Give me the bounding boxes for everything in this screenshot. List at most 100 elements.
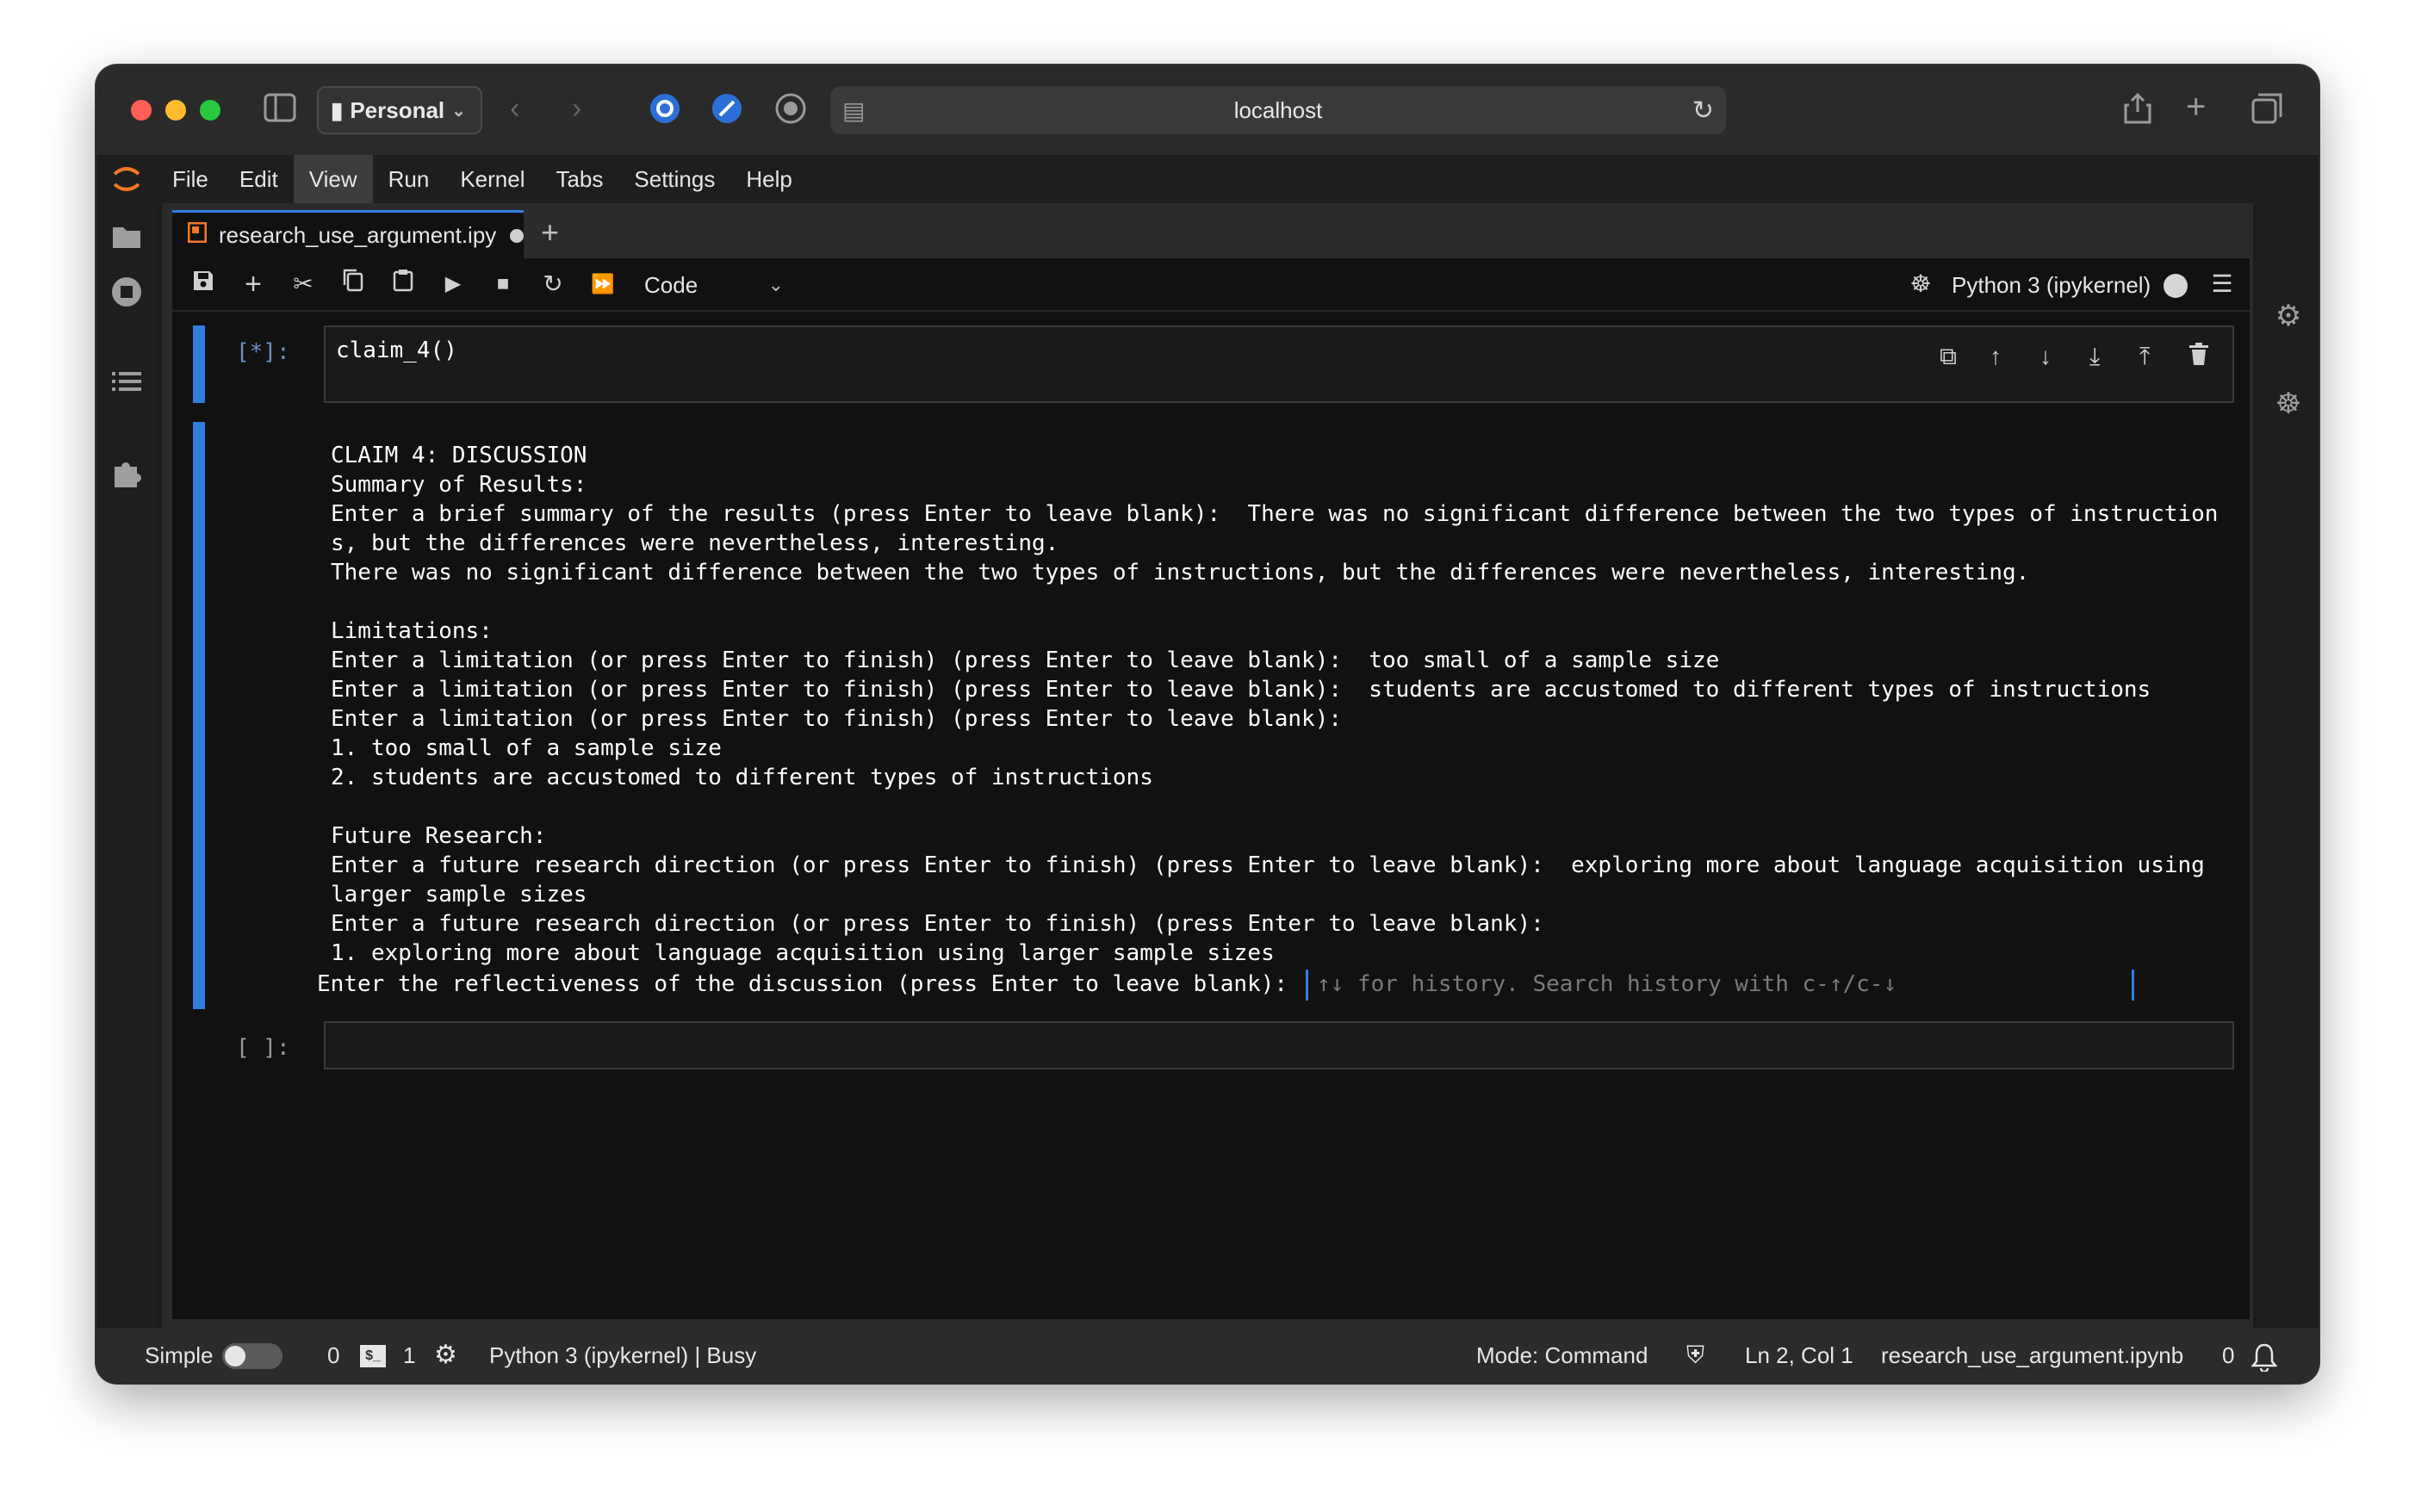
cell-type-value: Code: [644, 272, 698, 298]
cut-icon[interactable]: ✂: [286, 267, 320, 301]
cell-collapser-bar[interactable]: [193, 325, 205, 403]
kernels-count[interactable]: 1: [403, 1328, 415, 1383]
tabs-icon[interactable]: [2250, 91, 2284, 133]
back-icon[interactable]: ‹: [510, 91, 519, 126]
sidebar-icon[interactable]: [264, 93, 296, 130]
interrupt-icon[interactable]: ■: [486, 267, 520, 301]
address-bar[interactable]: ▤ localhost ↻: [830, 86, 1726, 134]
menu-tabs[interactable]: Tabs: [540, 155, 618, 203]
main-area: research_use_argument.ipy + + ✂ ▶ ■ ↻ ⏩ …: [162, 203, 2253, 1328]
save-icon[interactable]: [186, 267, 220, 301]
status-bar: Simple 0 $_ 1 ⚙ Python 3 (ipykernel) | B…: [96, 1328, 2319, 1383]
debugger-icon[interactable]: ☸: [2270, 386, 2306, 422]
kernel-busy-indicator-icon: [2164, 274, 2188, 298]
record-icon[interactable]: [773, 91, 808, 133]
output-collapser-bar[interactable]: [193, 422, 205, 1009]
simple-mode-toggle[interactable]: [222, 1343, 282, 1369]
notebook-toolbar: + ✂ ▶ ■ ↻ ⏩ Code ⌄ ☸ Python 3 (ipykernel…: [172, 258, 2250, 312]
bell-icon[interactable]: [2250, 1328, 2278, 1383]
menu-file[interactable]: File: [157, 155, 224, 203]
paste-icon[interactable]: [386, 267, 420, 301]
menu-edit[interactable]: Edit: [224, 155, 294, 203]
output-line: Enter a limitation (or press Enter to fi…: [331, 677, 2151, 703]
insert-below-icon[interactable]: ⤒: [2139, 343, 2150, 371]
move-down-icon[interactable]: ↓: [2039, 343, 2052, 370]
minimize-window-button[interactable]: [165, 100, 186, 121]
cursor-position[interactable]: Ln 2, Col 1: [1745, 1328, 1853, 1383]
zoom-window-button[interactable]: [200, 100, 220, 121]
profile-button[interactable]: ▮ Personal ⌄: [317, 86, 482, 134]
command-mode: Mode: Command: [1476, 1342, 1648, 1368]
run-icon[interactable]: ▶: [436, 267, 470, 301]
notebook-panel: [*]: claim_4() ⧉ ↑ ↓ ⤓ ⤒ CLAIM 4: DISCUS…: [172, 312, 2250, 1319]
insert-cell-icon[interactable]: +: [236, 267, 270, 301]
chevron-down-icon: ⌄: [767, 274, 784, 295]
notebook-tab-title: research_use_argument.ipy: [219, 222, 497, 248]
browser-window: ▮ Personal ⌄ ‹ › ▤ localhost ↻ + File Ed…: [96, 65, 2319, 1383]
duplicate-cell-icon[interactable]: ⧉: [1940, 343, 1957, 371]
kernel-name[interactable]: Python 3 (ipykernel): [1952, 267, 2151, 303]
shield-icon[interactable]: ⛨: [1686, 1328, 1704, 1383]
code-cell-input[interactable]: [324, 1021, 2234, 1069]
hamburger-menu-icon[interactable]: ☰: [2205, 267, 2239, 301]
stdin-placeholder: ↑↓ for history. Search history with c-↑/…: [1317, 971, 1897, 997]
jupyter-logo-icon: [96, 155, 157, 203]
url-text: localhost: [1233, 96, 1323, 123]
stdin-prompt-label: Enter the reflectiveness of the discussi…: [317, 971, 1301, 997]
share-icon[interactable]: [2122, 91, 2153, 133]
chevron-down-icon: ⌄: [451, 101, 466, 121]
bug-icon[interactable]: ☸: [1903, 267, 1938, 301]
page-icon: ▤: [842, 96, 866, 124]
reload-icon[interactable]: ↻: [1692, 96, 1714, 126]
simple-mode-label: Simple: [145, 1342, 214, 1368]
extension-icon[interactable]: [648, 91, 682, 133]
menu-help[interactable]: Help: [730, 155, 807, 203]
terminals-count[interactable]: 0: [327, 1328, 339, 1383]
kernel-status[interactable]: Python 3 (ipykernel) | Busy: [489, 1328, 756, 1383]
output-line: 2. students are accustomed to different …: [331, 765, 1153, 790]
notebook-tab[interactable]: research_use_argument.ipy: [172, 210, 524, 258]
output-line: Limitations:: [331, 618, 493, 644]
output-line: Enter a limitation (or press Enter to fi…: [331, 648, 1720, 673]
output-line: Future Research:: [331, 823, 547, 849]
restart-icon[interactable]: ↻: [536, 267, 570, 301]
output-line: Enter a brief summary of the results (pr…: [331, 501, 2219, 527]
output-line: Enter a limitation (or press Enter to fi…: [331, 706, 1342, 732]
cell-type-select[interactable]: Code ⌄: [644, 267, 791, 303]
notification-count[interactable]: 0: [2222, 1328, 2234, 1383]
menu-run[interactable]: Run: [373, 155, 445, 203]
document-tabbar: research_use_argument.ipy +: [162, 203, 2253, 258]
output-line: s, but the differences were nevertheless…: [331, 530, 1059, 556]
copy-icon[interactable]: [336, 267, 370, 301]
compass-icon[interactable]: [710, 91, 744, 133]
notebook-icon: [187, 221, 208, 249]
jupyter-menubar: File Edit View Run Kernel Tabs Settings …: [96, 155, 2319, 203]
menu-view[interactable]: View: [293, 155, 373, 203]
extensions-puzzle-icon[interactable]: [109, 458, 145, 494]
insert-above-icon[interactable]: ⤓: [2089, 343, 2100, 371]
new-launcher-tab-button[interactable]: +: [541, 214, 559, 251]
stdin-input[interactable]: ↑↓ for history. Search history with c-↑/…: [1306, 970, 2134, 1001]
output-line: 1. too small of a sample size: [331, 735, 722, 761]
property-inspector-icon[interactable]: ⚙: [2270, 298, 2306, 334]
menu-kernel[interactable]: Kernel: [444, 155, 540, 203]
running-sessions-icon[interactable]: [109, 276, 145, 312]
unsaved-dot-icon[interactable]: [510, 228, 524, 243]
restart-run-all-icon[interactable]: ⏩: [586, 267, 620, 301]
kernel-gear-icon: ⚙: [434, 1341, 457, 1369]
output-line: larger sample sizes: [331, 882, 587, 908]
terminal-icon: $_: [360, 1345, 386, 1367]
delete-cell-icon[interactable]: [2189, 343, 2208, 371]
new-tab-icon[interactable]: +: [2186, 90, 2206, 124]
folder-icon[interactable]: [109, 222, 145, 258]
menu-settings[interactable]: Settings: [618, 155, 730, 203]
move-up-icon[interactable]: ↑: [1990, 343, 2002, 370]
code-cell-input[interactable]: claim_4() ⧉ ↑ ↓ ⤓ ⤒: [324, 325, 2234, 403]
cell-prompt: [*]:: [236, 339, 290, 365]
table-of-contents-icon[interactable]: [109, 367, 145, 403]
close-window-button[interactable]: [131, 100, 152, 121]
output-line: Enter a future research direction (or pr…: [331, 852, 2205, 878]
profile-label: Personal: [350, 96, 445, 123]
output-line: There was no significant difference betw…: [331, 560, 2030, 586]
forward-icon[interactable]: ›: [572, 91, 581, 126]
